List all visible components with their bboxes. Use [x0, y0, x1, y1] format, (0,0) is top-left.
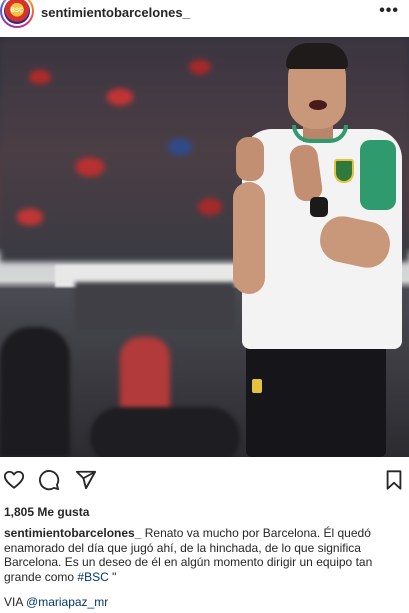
shorts-badge: [252, 379, 262, 393]
caption-username[interactable]: sentimientobarcelones_: [4, 526, 141, 540]
wrist-watch: [310, 197, 328, 217]
post-header: BSC sentimientobarcelones_ •••: [0, 0, 409, 28]
caption-via: VIA @mariapaz_mr: [4, 595, 108, 609]
shirt-sleeve: [360, 140, 396, 210]
coach-figure: [230, 37, 409, 457]
background-player: [0, 327, 70, 457]
coach-shorts: [246, 342, 386, 457]
stadium-sign: [75, 282, 235, 330]
avatar[interactable]: BSC: [0, 0, 34, 28]
coach-arm-left: [233, 182, 265, 294]
coach-hand-left: [236, 137, 264, 181]
club-badge-icon: [334, 159, 354, 183]
post-photo[interactable]: [0, 37, 409, 457]
coach-hair: [286, 43, 348, 69]
caption-tail: ": [108, 569, 117, 584]
team-crest-icon: BSC: [4, 0, 30, 24]
post-caption: sentimientobarcelones_ Renato va mucho p…: [4, 526, 405, 584]
via-prefix: VIA: [4, 595, 27, 609]
comment-icon[interactable]: [37, 468, 61, 492]
post-actions: [0, 466, 409, 494]
via-mention[interactable]: @mariapaz_mr: [26, 595, 108, 609]
heart-icon[interactable]: [2, 468, 26, 492]
more-options-icon[interactable]: •••: [379, 2, 399, 20]
caption-hashtag[interactable]: #BSC: [77, 570, 108, 584]
coach-mouth: [309, 100, 327, 110]
post-username[interactable]: sentimientobarcelones_: [41, 5, 190, 20]
send-icon[interactable]: [74, 468, 98, 492]
bookmark-icon[interactable]: [382, 468, 406, 492]
likes-count[interactable]: 1,805 Me gusta: [4, 505, 89, 519]
background-crouching-person: [90, 407, 240, 457]
